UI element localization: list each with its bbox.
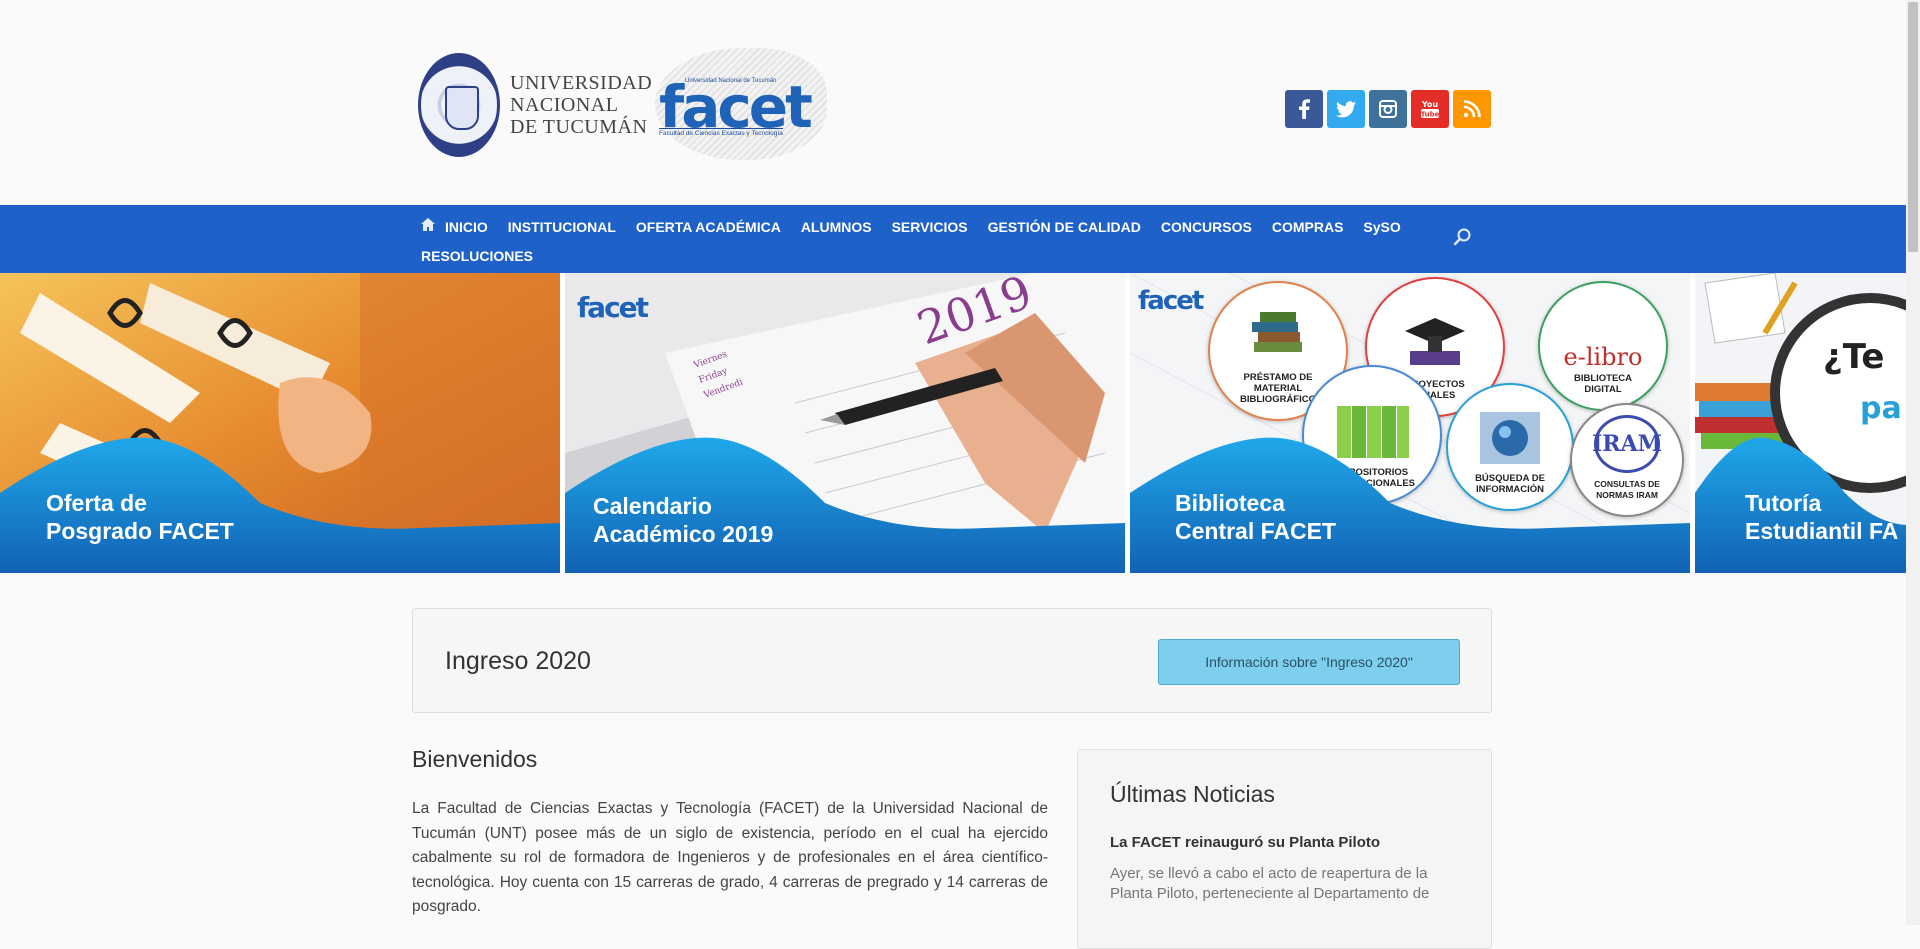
- facet-logo-bottom-text: Facultad de Ciencias Exactas y Tecnologí…: [659, 128, 783, 137]
- main-nav: INICIO INSTITUCIONAL OFERTA ACADÉMICA AL…: [0, 205, 1906, 273]
- nav-item-syso[interactable]: SySO: [1363, 219, 1400, 235]
- slide-biblioteca-central[interactable]: facet PRÉSTAMO DE MATERIAL BIBLIOGRÁFICO…: [1130, 273, 1690, 573]
- welcome-text: La Facultad de Ciencias Exactas y Tecnol…: [412, 800, 1048, 915]
- tutoria-question: ¿Te: [1823, 337, 1884, 377]
- slide-oferta-posgrado[interactable]: Oferta de Posgrado FACET: [0, 273, 560, 573]
- slide-caption-line: Estudiantil FA: [1745, 518, 1899, 544]
- ingreso-info-button[interactable]: Información sobre "Ingreso 2020": [1158, 639, 1460, 685]
- svg-text:You: You: [1421, 100, 1439, 109]
- facebook-icon[interactable]: [1285, 90, 1323, 128]
- news-item-title[interactable]: La FACET reinauguró su Planta Piloto: [1110, 834, 1380, 851]
- unt-logo[interactable]: UNIVERSIDAD NACIONAL DE TUCUMÁN: [418, 50, 652, 160]
- nav-item-inicio[interactable]: INICIO: [445, 219, 488, 235]
- slide-tutoria-estudiantil[interactable]: ¿Te pa Tutoría Estudiantil FA: [1695, 273, 1906, 573]
- svg-text:Tube: Tube: [1421, 111, 1440, 119]
- nav-item-servicios[interactable]: SERVICIOS: [892, 219, 968, 235]
- bubble-label: BIBLIOTECA DIGITAL: [1573, 373, 1633, 395]
- youtube-icon[interactable]: You Tube: [1411, 90, 1449, 128]
- slide-caption-line: Posgrado FACET: [46, 518, 234, 544]
- instagram-icon[interactable]: [1369, 90, 1407, 128]
- nav-item-resoluciones[interactable]: RESOLUCIONES: [421, 248, 533, 264]
- slide-caption: Tutoría Estudiantil FA: [1745, 489, 1898, 545]
- tutoria-question: pa: [1860, 391, 1902, 426]
- facet-logo-small: facet: [577, 291, 649, 324]
- social-links: You Tube: [1285, 90, 1491, 128]
- main-nav-inner: INICIO INSTITUCIONAL OFERTA ACADÉMICA AL…: [410, 205, 1490, 273]
- nav-item-concursos[interactable]: CONCURSOS: [1161, 219, 1252, 235]
- slide-caption-line: Académico 2019: [593, 521, 774, 547]
- slide-caption-line: Oferta de: [46, 490, 147, 516]
- slide-caption: Calendario Académico 2019: [593, 492, 773, 548]
- unt-name-line: NACIONAL: [510, 94, 619, 116]
- nav-item-oferta-academica[interactable]: OFERTA ACADÉMICA: [636, 219, 781, 235]
- welcome-title: Bienvenidos: [412, 746, 538, 772]
- scrollbar-thumb[interactable]: [1908, 2, 1918, 252]
- unt-name-line: UNIVERSIDAD: [510, 72, 653, 94]
- twitter-icon[interactable]: [1327, 90, 1365, 128]
- slide-caption-line: Central FACET: [1175, 518, 1337, 544]
- page-scrollbar[interactable]: [1906, 0, 1920, 925]
- slide-caption-line: Biblioteca: [1175, 490, 1285, 516]
- news-panel: Últimas Noticias La FACET reinauguró su …: [1077, 749, 1492, 949]
- slide-caption-line: Calendario: [593, 493, 712, 519]
- elibro-logo: e-libro: [1563, 343, 1643, 371]
- ingreso-callout: Ingreso 2020 Información sobre "Ingreso …: [412, 608, 1492, 713]
- unt-name-line: DE TUCUMÁN: [510, 116, 648, 138]
- slide-caption: Biblioteca Central FACET: [1175, 489, 1336, 545]
- bubble-biblioteca-digital[interactable]: e-libro BIBLIOTECA DIGITAL: [1538, 281, 1668, 411]
- hero-slider: Oferta de Posgrado FACET 2019 Viernes Fr…: [0, 273, 1906, 573]
- nav-item-gestion-de-calidad[interactable]: GESTIÓN DE CALIDAD: [988, 219, 1141, 235]
- books-icon: [1252, 312, 1302, 352]
- ingreso-title: Ingreso 2020: [445, 647, 591, 675]
- nav-row: RESOLUCIONES: [421, 242, 553, 270]
- rss-icon[interactable]: [1453, 90, 1491, 128]
- unt-seal-icon: [418, 53, 500, 157]
- news-title: Últimas Noticias: [1110, 781, 1275, 807]
- facet-logo[interactable]: Universidad Nacional de Tucumán facet Fa…: [655, 48, 827, 160]
- news-item-excerpt: Ayer, se llevó a cabo el acto de reapert…: [1110, 865, 1430, 902]
- nav-row: INICIO INSTITUCIONAL OFERTA ACADÉMICA AL…: [421, 211, 1421, 243]
- graduation-cap-icon: [1405, 318, 1465, 365]
- slide-calendario-academico[interactable]: 2019 Viernes Friday Vendredi facet Calen…: [565, 273, 1125, 573]
- slide-caption: Oferta de Posgrado FACET: [46, 489, 234, 545]
- nav-item-compras[interactable]: COMPRAS: [1272, 219, 1344, 235]
- unt-name: UNIVERSIDAD NACIONAL DE TUCUMÁN: [510, 72, 652, 138]
- search-icon[interactable]: [1452, 227, 1474, 249]
- facet-logo-small: facet: [1138, 286, 1204, 316]
- nav-item-alumnos[interactable]: ALUMNOS: [801, 219, 872, 235]
- nav-item-institucional[interactable]: INSTITUCIONAL: [508, 219, 616, 235]
- site-header: UNIVERSIDAD NACIONAL DE TUCUMÁN Universi…: [0, 0, 1906, 205]
- home-icon[interactable]: [421, 218, 435, 236]
- slide-caption-line: Tutoría: [1745, 490, 1822, 516]
